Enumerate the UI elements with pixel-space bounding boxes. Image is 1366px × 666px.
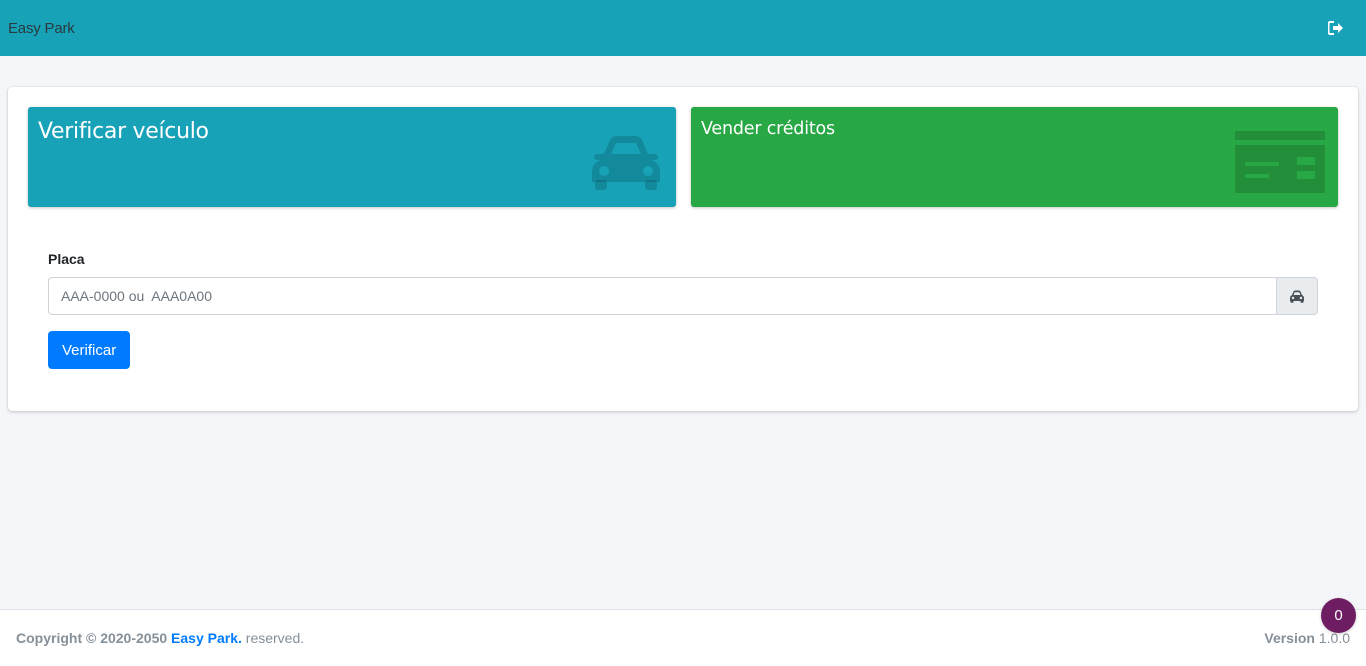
top-navbar: Easy Park xyxy=(0,0,1366,56)
main-card: Verificar veículo Vender créditos Placa xyxy=(8,87,1358,411)
plate-input-group xyxy=(48,277,1318,315)
sell-credits-tile[interactable]: Vender créditos xyxy=(691,107,1338,207)
sign-out-icon[interactable] xyxy=(1326,18,1346,38)
credit-card-icon xyxy=(1235,131,1325,193)
verify-vehicle-tile[interactable]: Verificar veículo xyxy=(28,107,676,207)
plate-form: Placa Verificar xyxy=(48,251,1318,369)
verify-button[interactable]: Verificar xyxy=(48,331,131,369)
copyright-prefix: Copyright © 2020-2050 xyxy=(16,630,168,646)
easy-park-link[interactable]: Easy Park. xyxy=(171,630,242,646)
app-brand[interactable]: Easy Park xyxy=(8,20,75,37)
car-icon xyxy=(592,136,660,190)
verify-vehicle-title: Verificar veículo xyxy=(38,119,209,144)
version-label: Version xyxy=(1264,630,1315,646)
plate-input[interactable] xyxy=(48,277,1276,315)
copyright-text: Copyright © 2020-2050 Easy Park. reserve… xyxy=(16,630,304,646)
page-footer: Copyright © 2020-2050 Easy Park. reserve… xyxy=(0,609,1366,666)
notification-badge[interactable]: 0 xyxy=(1321,598,1356,633)
sell-credits-title: Vender créditos xyxy=(701,119,835,139)
car-icon xyxy=(1276,277,1318,315)
plate-label: Placa xyxy=(48,251,85,267)
reserved-text: reserved. xyxy=(245,630,305,646)
